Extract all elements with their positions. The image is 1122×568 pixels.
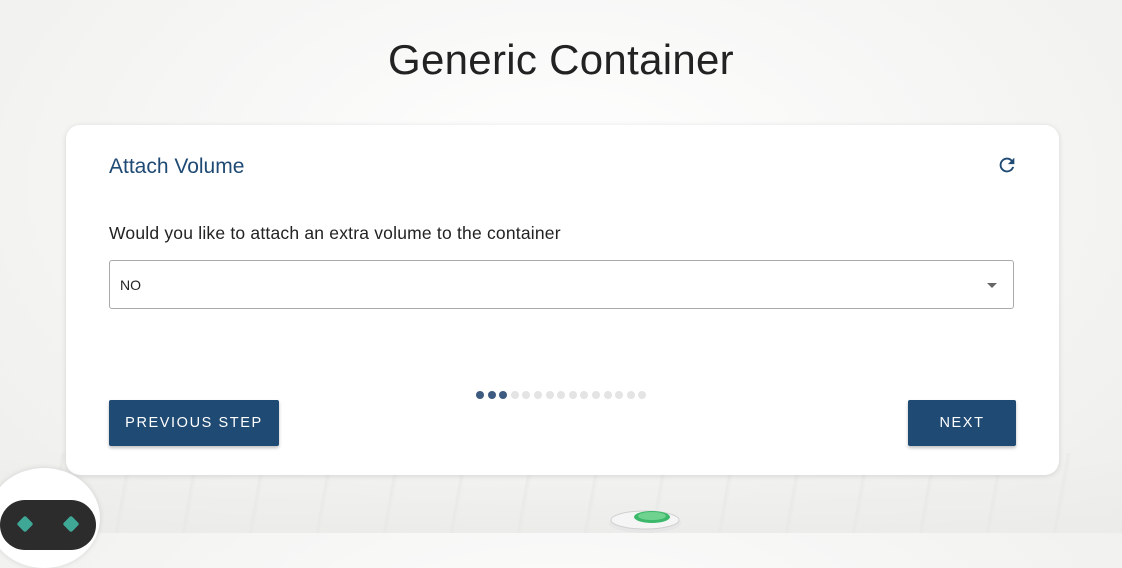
step-dot <box>615 391 624 399</box>
refresh-icon <box>996 154 1018 181</box>
step-title: Attach Volume <box>109 155 245 178</box>
step-dot <box>499 391 508 399</box>
robot-eye-icon <box>16 515 34 533</box>
question-label: Would you like to attach an extra volume… <box>109 223 561 243</box>
chevron-down-icon <box>987 283 997 288</box>
robot-eye-icon <box>62 515 80 533</box>
step-progress-dots <box>476 390 647 400</box>
page-title: Generic Container <box>388 36 734 83</box>
step-dot <box>545 391 554 399</box>
step-dot <box>580 391 589 399</box>
wizard-card: Attach Volume Would you like to attach a… <box>66 125 1059 475</box>
step-dot <box>476 391 484 399</box>
step-dot <box>591 391 600 399</box>
device-decoration-image <box>605 505 683 533</box>
step-dot <box>603 391 612 399</box>
step-dot <box>557 391 566 399</box>
step-dot <box>522 391 531 399</box>
robot-visor <box>0 500 96 550</box>
attach-volume-select[interactable]: NO <box>109 260 1014 309</box>
step-dot <box>568 391 577 399</box>
robot-mascot-image <box>0 468 100 568</box>
next-button[interactable]: NEXT <box>908 400 1016 446</box>
select-value: NO <box>120 277 141 293</box>
previous-step-button[interactable]: PREVIOUS STEP <box>109 400 279 446</box>
step-dot <box>487 391 496 399</box>
step-dot <box>626 391 635 399</box>
step-dot <box>638 391 647 399</box>
refresh-button[interactable] <box>993 153 1021 181</box>
step-dot <box>510 391 519 399</box>
step-dot <box>533 391 542 399</box>
